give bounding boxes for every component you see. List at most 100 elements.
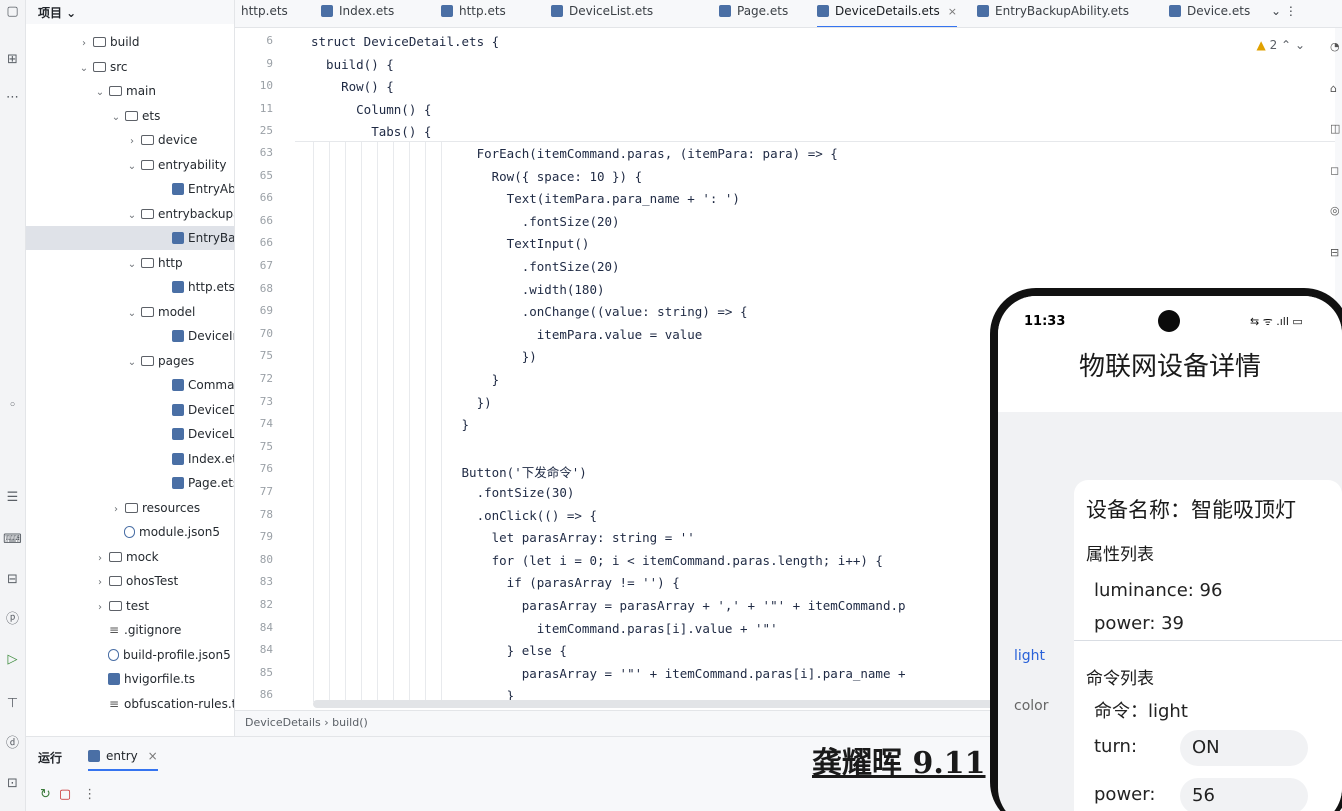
commit-icon[interactable]: ◦ bbox=[3, 396, 22, 415]
editor-tab[interactable]: EntryBackupAbility.ets bbox=[977, 0, 1129, 27]
tree-item[interactable]: › build bbox=[26, 30, 234, 54]
code-line[interactable]: for (let i = 0; i < itemCommand.paras.le… bbox=[311, 553, 883, 568]
chevron-down-icon[interactable]: ⌄ bbox=[126, 351, 138, 373]
hierarchy-icon[interactable]: ⊟ bbox=[1330, 246, 1342, 259]
chevron-down-icon[interactable]: ⌄ bbox=[126, 302, 138, 324]
editor-tab[interactable]: http.ets bbox=[441, 0, 506, 27]
chevron-right-icon[interactable]: › bbox=[126, 130, 138, 152]
code-line[interactable]: } bbox=[311, 417, 470, 432]
chevron-right-icon[interactable]: › bbox=[94, 571, 106, 593]
tree-item[interactable]: DeviceInfo bbox=[26, 324, 234, 348]
tree-item[interactable]: ⌄ main bbox=[26, 79, 234, 103]
debug-icon[interactable]: ⓓ bbox=[3, 734, 22, 753]
previewer-icon[interactable]: ◫ bbox=[1330, 122, 1342, 135]
chevron-down-icon[interactable]: ⌄ bbox=[78, 57, 90, 79]
comment-icon[interactable]: ◻ bbox=[1330, 164, 1342, 177]
code-line[interactable]: let parasArray: string = '' bbox=[311, 530, 695, 545]
tree-item[interactable]: ⌄ http bbox=[26, 251, 234, 275]
tree-item[interactable]: ≡ obfuscation-rules.txt bbox=[26, 692, 234, 716]
code-line[interactable]: .fontSize(20) bbox=[311, 214, 620, 229]
code-line[interactable]: }) bbox=[311, 395, 492, 410]
tree-item[interactable]: ⌄ entryability bbox=[26, 153, 234, 177]
tree-item[interactable]: ⌄ pages bbox=[26, 349, 234, 373]
tree-item[interactable]: DeviceDetails bbox=[26, 398, 234, 422]
hammer-icon[interactable]: ⊤ bbox=[3, 694, 22, 713]
code-line[interactable]: Row({ space: 10 }) { bbox=[311, 169, 643, 184]
code-line[interactable]: }) bbox=[311, 349, 537, 364]
tab-overflow-menu[interactable]: ⌄ ⋮ bbox=[1271, 0, 1297, 27]
todo-icon[interactable]: ☰ bbox=[3, 488, 22, 507]
chevron-down-icon[interactable]: ⌄ bbox=[126, 155, 138, 177]
code-line[interactable]: parasArray = '"' + itemCommand.paras[i].… bbox=[311, 666, 906, 681]
editor-tab[interactable]: DeviceDetails.ets × bbox=[817, 0, 958, 27]
options-icon[interactable]: ⋮ bbox=[83, 787, 96, 802]
chevron-down-icon[interactable]: ⌄ bbox=[110, 106, 122, 128]
tree-item[interactable]: › test bbox=[26, 594, 234, 618]
project-view-icon[interactable]: ▢ bbox=[3, 2, 22, 21]
sticky-code-line[interactable]: build() { bbox=[311, 57, 394, 72]
code-line[interactable]: TextInput() bbox=[311, 236, 590, 251]
tree-item[interactable]: ⌄ ets bbox=[26, 104, 234, 128]
code-line[interactable]: Text(itemPara.para_name + ': ') bbox=[311, 191, 740, 206]
param-input[interactable]: ON bbox=[1180, 730, 1308, 766]
code-line[interactable]: .onClick(() => { bbox=[311, 508, 597, 523]
tree-header[interactable]: 项目 ⌄ bbox=[26, 0, 234, 24]
close-icon[interactable]: × bbox=[148, 749, 158, 763]
tree-item[interactable]: ⌄ entrybackupability bbox=[26, 202, 234, 226]
services-icon[interactable]: ⊟ bbox=[3, 570, 22, 589]
prev-warning-icon[interactable]: ⌃ bbox=[1281, 38, 1291, 52]
profiler-icon[interactable]: ⓟ bbox=[3, 610, 22, 629]
tree-item[interactable]: › ohosTest bbox=[26, 569, 234, 593]
param-input[interactable]: 56 bbox=[1180, 778, 1308, 811]
codelinter-icon[interactable]: ◎ bbox=[1330, 204, 1342, 217]
device-manager-icon[interactable]: ⌂ bbox=[1330, 82, 1342, 95]
chevron-right-icon[interactable]: › bbox=[94, 596, 106, 618]
tree-item[interactable]: Page.ets bbox=[26, 471, 234, 495]
editor-tab[interactable]: http.ets bbox=[241, 0, 288, 27]
code-line[interactable]: } else { bbox=[311, 643, 567, 658]
chevron-right-icon[interactable]: › bbox=[94, 547, 106, 569]
tree-item[interactable]: ≡ .gitignore bbox=[26, 618, 234, 642]
notifications-icon[interactable]: ◔ bbox=[1330, 40, 1342, 53]
code-line[interactable]: .width(180) bbox=[311, 282, 605, 297]
code-line[interactable]: Button('下发命令') bbox=[311, 462, 587, 481]
code-line[interactable]: parasArray = parasArray + ',' + '"' + it… bbox=[311, 598, 906, 613]
tree-item[interactable]: DeviceList bbox=[26, 422, 234, 446]
tree-item[interactable]: ⌄ model bbox=[26, 300, 234, 324]
tree-item[interactable]: build-profile.json5 bbox=[26, 643, 234, 667]
next-warning-icon[interactable]: ⌄ bbox=[1295, 38, 1305, 52]
breadcrumb[interactable]: DeviceDetails › build() bbox=[235, 710, 995, 736]
sticky-code-line[interactable]: Column() { bbox=[311, 102, 431, 117]
rerun-icon[interactable]: ↻ bbox=[40, 787, 51, 802]
chevron-down-icon[interactable]: ⌄ bbox=[126, 253, 138, 275]
tree-item[interactable]: EntryBackupAbility bbox=[26, 226, 234, 250]
sticky-code-line[interactable]: Tabs() { bbox=[311, 124, 431, 139]
tree-item[interactable]: › device bbox=[26, 128, 234, 152]
code-line[interactable]: ForEach(itemCommand.paras, (itemPara: pa… bbox=[311, 146, 838, 161]
chevron-right-icon[interactable]: › bbox=[110, 498, 122, 520]
editor-tab[interactable]: Page.ets bbox=[719, 0, 788, 27]
code-line[interactable]: .fontSize(30) bbox=[311, 485, 575, 500]
code-line[interactable]: .onChange((value: string) => { bbox=[311, 304, 748, 319]
code-line[interactable]: itemPara.value = value bbox=[311, 327, 703, 342]
tree-item[interactable]: EntryAbility bbox=[26, 177, 234, 201]
inspection-widget[interactable]: ▲ 2 ⌃ ⌄ bbox=[1257, 38, 1305, 52]
tree-item[interactable]: › resources bbox=[26, 496, 234, 520]
tree-item[interactable]: ⌄ src bbox=[26, 55, 234, 79]
editor-tab[interactable]: DeviceList.ets bbox=[551, 0, 653, 27]
tree-item[interactable]: Index.ets bbox=[26, 447, 234, 471]
tab-light[interactable]: light bbox=[1014, 648, 1045, 664]
tab-color[interactable]: color bbox=[1014, 698, 1048, 714]
log-icon[interactable]: ⊡ bbox=[3, 774, 22, 793]
more-icon[interactable]: ⋯ bbox=[3, 88, 22, 107]
code-line[interactable]: .fontSize(20) bbox=[311, 259, 620, 274]
tree-item[interactable]: Command bbox=[26, 373, 234, 397]
editor-tab[interactable]: Device.ets bbox=[1169, 0, 1250, 27]
chevron-down-icon[interactable]: ⌄ bbox=[126, 204, 138, 226]
run-icon[interactable]: ▷ bbox=[3, 650, 22, 669]
tree-item[interactable]: http.ets bbox=[26, 275, 234, 299]
close-tab-icon[interactable]: × bbox=[948, 5, 957, 18]
tree-item[interactable]: hvigorfile.ts bbox=[26, 667, 234, 691]
chevron-right-icon[interactable]: › bbox=[78, 32, 90, 54]
chevron-down-icon[interactable]: ⌄ bbox=[94, 81, 106, 103]
